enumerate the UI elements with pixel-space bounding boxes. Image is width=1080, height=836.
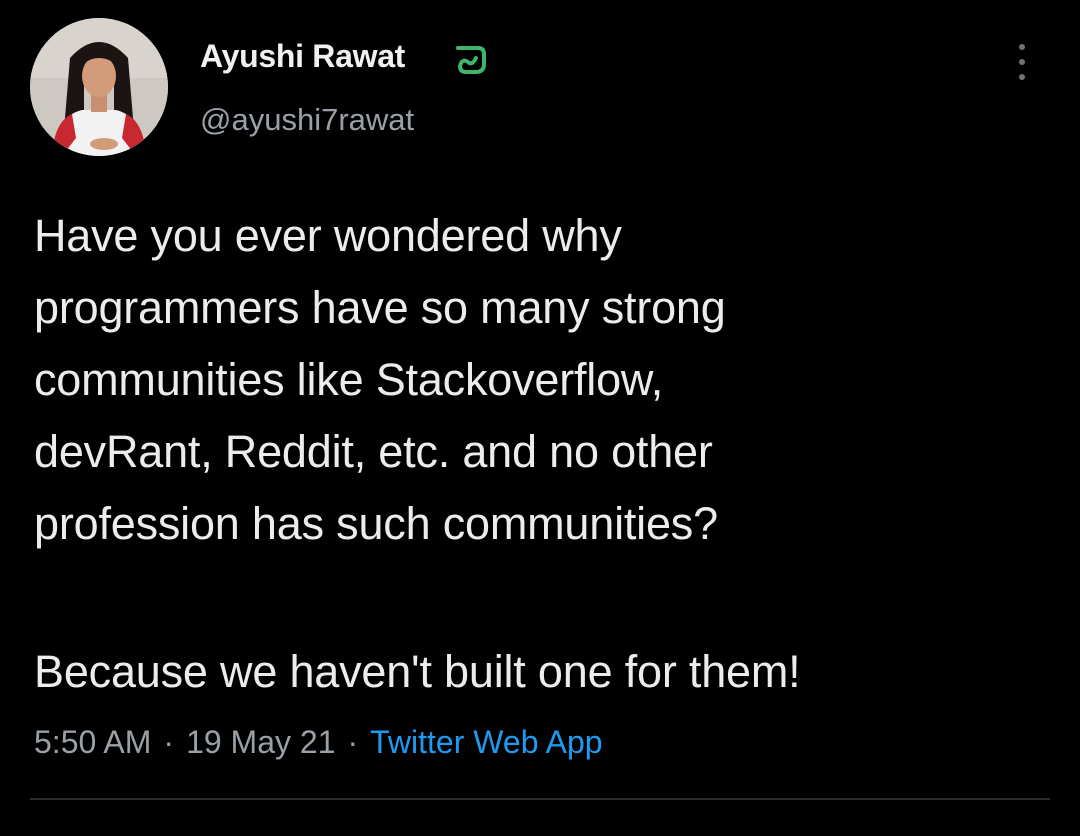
dot	[1019, 59, 1025, 65]
tweet-card: Ayushi Rawat @ayushi7rawat Have you ever…	[0, 0, 1080, 836]
more-options-icon[interactable]	[1010, 40, 1034, 84]
tweet-text: Have you ever wondered why programmers h…	[34, 210, 726, 549]
dot	[1019, 44, 1025, 50]
badge-icon	[456, 46, 486, 74]
tweet-date[interactable]: 19 May 21	[186, 724, 335, 761]
avatar-image	[30, 18, 168, 156]
dot	[1019, 74, 1025, 80]
tweet-time[interactable]: 5:50 AM	[34, 724, 151, 761]
meta-separator: ·	[347, 724, 359, 760]
tweet-source-link[interactable]: Twitter Web App	[370, 724, 602, 761]
tweet-meta: 5:50 AM · 19 May 21 · Twitter Web App	[34, 724, 603, 761]
tweet-text-answer: Because we haven't built one for them!	[34, 646, 801, 697]
author-name[interactable]: Ayushi Rawat	[200, 38, 405, 75]
divider	[30, 798, 1050, 800]
author-handle[interactable]: @ayushi7rawat	[200, 102, 414, 138]
meta-separator: ·	[163, 724, 175, 760]
avatar[interactable]	[30, 18, 168, 156]
